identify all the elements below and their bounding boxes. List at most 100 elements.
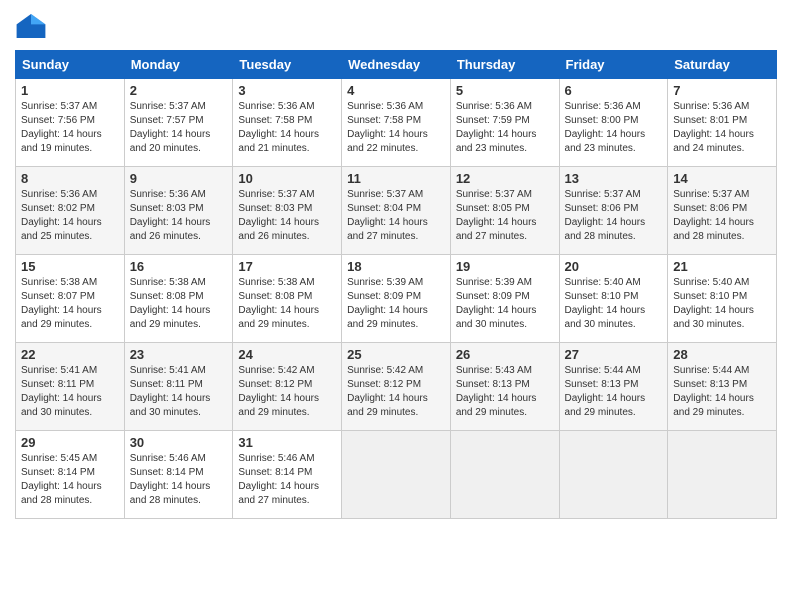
cell-daylight: Daylight: 14 hours and 29 minutes.	[130, 305, 211, 330]
calendar-cell: 15Sunrise: 5:38 AMSunset: 8:07 PMDayligh…	[16, 255, 125, 343]
cell-sunset: Sunset: 8:08 PM	[238, 291, 312, 302]
cell-sunset: Sunset: 8:01 PM	[673, 115, 747, 126]
cell-sunrise: Sunrise: 5:46 AM	[130, 453, 206, 464]
calendar-cell: 4Sunrise: 5:36 AMSunset: 7:58 PMDaylight…	[342, 79, 451, 167]
cell-sunrise: Sunrise: 5:44 AM	[673, 365, 749, 376]
calendar-cell: 20Sunrise: 5:40 AMSunset: 8:10 PMDayligh…	[559, 255, 668, 343]
day-number: 13	[565, 171, 663, 186]
calendar-cell: 25 Sunrise: 5:42 AM Sunset: 8:12 PM Dayligh…	[342, 343, 451, 431]
day-number: 4	[347, 83, 445, 98]
cell-daylight: Daylight: 14 hours and 28 minutes.	[21, 481, 102, 506]
cell-sunset: Sunset: 8:04 PM	[347, 203, 421, 214]
calendar-table: SundayMondayTuesdayWednesdayThursdayFrid…	[15, 50, 777, 519]
day-number: 14	[673, 171, 771, 186]
cell-sunset: Sunset: 8:03 PM	[238, 203, 312, 214]
day-number: 26	[456, 347, 554, 362]
day-number: 30	[130, 435, 228, 450]
calendar-cell: 29Sunrise: 5:45 AMSunset: 8:14 PMDayligh…	[16, 431, 125, 519]
week-row-4: 22Sunrise: 5:41 AMSunset: 8:11 PMDayligh…	[16, 343, 777, 431]
cell-daylight: Daylight: 14 hours and 27 minutes.	[238, 481, 319, 506]
cell-daylight: Daylight: 14 hours and 30 minutes.	[21, 393, 102, 418]
cell-sunset: Sunset: 8:08 PM	[130, 291, 204, 302]
cell-daylight: Daylight: 14 hours and 22 minutes.	[347, 129, 428, 154]
cell-daylight: Daylight: 14 hours and 28 minutes.	[673, 217, 754, 242]
day-number: 9	[130, 171, 228, 186]
day-number: 17	[238, 259, 336, 274]
logo-icon	[15, 10, 47, 42]
cell-daylight: Daylight: 14 hours and 26 minutes.	[130, 217, 211, 242]
day-number: 20	[565, 259, 663, 274]
cell-sunrise: Sunrise: 5:41 AM	[130, 365, 206, 376]
calendar-body: 1Sunrise: 5:37 AMSunset: 7:56 PMDaylight…	[16, 79, 777, 519]
cell-sunrise: Sunrise: 5:40 AM	[673, 277, 749, 288]
day-number: 16	[130, 259, 228, 274]
day-number: 21	[673, 259, 771, 274]
cell-sunset: Sunset: 8:07 PM	[21, 291, 95, 302]
cell-sunrise: Sunrise: 5:42 AM	[347, 365, 423, 376]
cell-sunset: Sunset: 8:10 PM	[565, 291, 639, 302]
cell-sunrise: Sunrise: 5:38 AM	[238, 277, 314, 288]
cell-daylight: Daylight: 14 hours and 29 minutes.	[347, 393, 428, 418]
cell-sunset: Sunset: 8:14 PM	[130, 467, 204, 478]
calendar-cell	[559, 431, 668, 519]
cell-sunset: Sunset: 8:02 PM	[21, 203, 95, 214]
cell-sunrise: Sunrise: 5:36 AM	[238, 101, 314, 112]
cell-daylight: Daylight: 14 hours and 19 minutes.	[21, 129, 102, 154]
cell-sunset: Sunset: 8:11 PM	[21, 379, 94, 390]
day-number: 1	[21, 83, 119, 98]
header-cell-thursday: Thursday	[450, 51, 559, 79]
cell-sunset: Sunset: 8:12 PM	[238, 379, 312, 390]
cell-sunrise: Sunrise: 5:36 AM	[565, 101, 641, 112]
calendar-cell: 24Sunrise: 5:42 AMSunset: 8:12 PMDayligh…	[233, 343, 342, 431]
calendar-cell: 31Sunrise: 5:46 AMSunset: 8:14 PMDayligh…	[233, 431, 342, 519]
calendar-cell: 22Sunrise: 5:41 AMSunset: 8:11 PMDayligh…	[16, 343, 125, 431]
header-cell-monday: Monday	[124, 51, 233, 79]
cell-sunset: Sunset: 7:57 PM	[130, 115, 204, 126]
day-number: 7	[673, 83, 771, 98]
cell-sunset: Sunset: 7:59 PM	[456, 115, 530, 126]
calendar-cell: 30Sunrise: 5:46 AMSunset: 8:14 PMDayligh…	[124, 431, 233, 519]
day-number: 15	[21, 259, 119, 274]
cell-daylight: Daylight: 14 hours and 29 minutes.	[565, 393, 646, 418]
week-row-5: 29Sunrise: 5:45 AMSunset: 8:14 PMDayligh…	[16, 431, 777, 519]
cell-sunset: Sunset: 8:13 PM	[673, 379, 747, 390]
calendar-cell: 18Sunrise: 5:39 AMSunset: 8:09 PMDayligh…	[342, 255, 451, 343]
day-number: 18	[347, 259, 445, 274]
day-number: 25	[347, 347, 445, 362]
cell-sunset: Sunset: 7:58 PM	[347, 115, 421, 126]
cell-sunset: Sunset: 8:06 PM	[673, 203, 747, 214]
calendar-cell: 2Sunrise: 5:37 AMSunset: 7:57 PMDaylight…	[124, 79, 233, 167]
calendar-cell: 8Sunrise: 5:36 AMSunset: 8:02 PMDaylight…	[16, 167, 125, 255]
cell-daylight: Daylight: 14 hours and 29 minutes.	[673, 393, 754, 418]
cell-daylight: Daylight: 14 hours and 27 minutes.	[347, 217, 428, 242]
day-number: 8	[21, 171, 119, 186]
calendar-cell: 7 Sunrise: 5:36 AM Sunset: 8:01 PM Daylight…	[668, 79, 777, 167]
day-number: 5	[456, 83, 554, 98]
cell-sunset: Sunset: 8:14 PM	[238, 467, 312, 478]
cell-daylight: Daylight: 14 hours and 29 minutes.	[21, 305, 102, 330]
cell-daylight: Daylight: 14 hours and 29 minutes.	[238, 305, 319, 330]
header-cell-saturday: Saturday	[668, 51, 777, 79]
cell-sunrise: Sunrise: 5:36 AM	[673, 101, 749, 112]
cell-daylight: Daylight: 14 hours and 29 minutes.	[347, 305, 428, 330]
cell-daylight: Daylight: 14 hours and 24 minutes.	[673, 129, 754, 154]
calendar-cell: 10Sunrise: 5:37 AMSunset: 8:03 PMDayligh…	[233, 167, 342, 255]
calendar-cell: 5Sunrise: 5:36 AMSunset: 7:59 PMDaylight…	[450, 79, 559, 167]
day-number: 27	[565, 347, 663, 362]
cell-sunrise: Sunrise: 5:41 AM	[21, 365, 97, 376]
cell-sunrise: Sunrise: 5:39 AM	[347, 277, 423, 288]
header-row: SundayMondayTuesdayWednesdayThursdayFrid…	[16, 51, 777, 79]
cell-sunrise: Sunrise: 5:37 AM	[347, 189, 423, 200]
cell-sunset: Sunset: 8:13 PM	[565, 379, 639, 390]
cell-daylight: Daylight: 14 hours and 30 minutes.	[673, 305, 754, 330]
header-cell-friday: Friday	[559, 51, 668, 79]
day-number: 3	[238, 83, 336, 98]
header-cell-wednesday: Wednesday	[342, 51, 451, 79]
week-row-3: 15 Sunrise: 5:38 AM Sunset: 8:07 PM Dayligh…	[16, 255, 777, 343]
calendar-cell: 6Sunrise: 5:36 AMSunset: 8:00 PMDaylight…	[559, 79, 668, 167]
cell-daylight: Daylight: 14 hours and 27 minutes.	[456, 217, 537, 242]
cell-sunset: Sunset: 8:12 PM	[347, 379, 421, 390]
cell-daylight: Daylight: 14 hours and 25 minutes.	[21, 217, 102, 242]
cell-sunrise: Sunrise: 5:44 AM	[565, 365, 641, 376]
cell-sunrise: Sunrise: 5:38 AM	[130, 277, 206, 288]
